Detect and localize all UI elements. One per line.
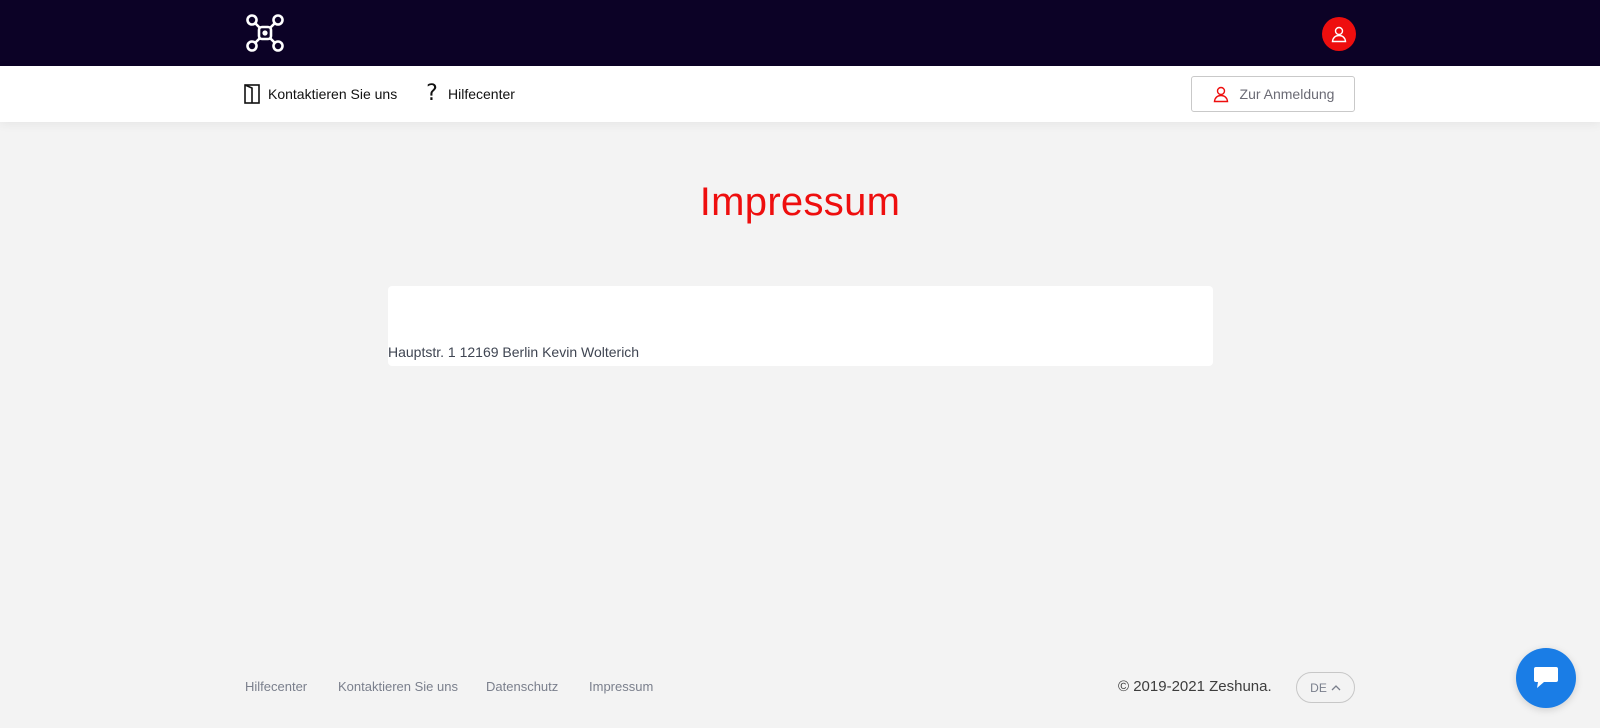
top-header <box>0 0 1600 66</box>
nav-help-link[interactable]: ? Hilfecenter <box>422 66 515 122</box>
imprint-address: Hauptstr. 1 12169 Berlin Kevin Wolterich <box>388 344 640 360</box>
copyright-text: © 2019-2021 Zeshuna. <box>1118 678 1272 695</box>
chevron-up-icon <box>1331 684 1341 691</box>
drone-network-logo-icon[interactable] <box>244 12 286 54</box>
chat-icon <box>1534 667 1558 688</box>
page-title: Impressum <box>699 180 901 224</box>
door-icon <box>242 82 262 106</box>
language-select[interactable]: DE <box>1296 672 1355 703</box>
footer-link-contact[interactable]: Kontaktieren Sie uns <box>338 679 458 694</box>
login-button-label: Zur Anmeldung <box>1239 86 1335 102</box>
nav-contact-label: Kontaktieren Sie uns <box>268 86 398 102</box>
sub-navigation: Kontaktieren Sie uns ? Hilfecenter Zur A… <box>0 66 1600 122</box>
nav-help-label: Hilfecenter <box>448 86 515 102</box>
footer-link-imprint[interactable]: Impressum <box>589 679 653 694</box>
nav-contact-link[interactable]: Kontaktieren Sie uns <box>242 66 397 122</box>
language-select-value: DE <box>1310 680 1327 695</box>
user-icon <box>1212 85 1230 103</box>
user-icon <box>1331 26 1347 43</box>
question-icon: ? <box>426 81 438 106</box>
footer-link-help[interactable]: Hilfecenter <box>245 679 307 694</box>
footer-link-privacy[interactable]: Datenschutz <box>486 679 558 694</box>
login-button[interactable]: Zur Anmeldung <box>1191 76 1355 112</box>
chat-button[interactable] <box>1516 648 1576 708</box>
imprint-card: Hauptstr. 1 12169 Berlin Kevin Wolterich <box>388 286 1213 366</box>
user-avatar-button[interactable] <box>1322 17 1356 51</box>
